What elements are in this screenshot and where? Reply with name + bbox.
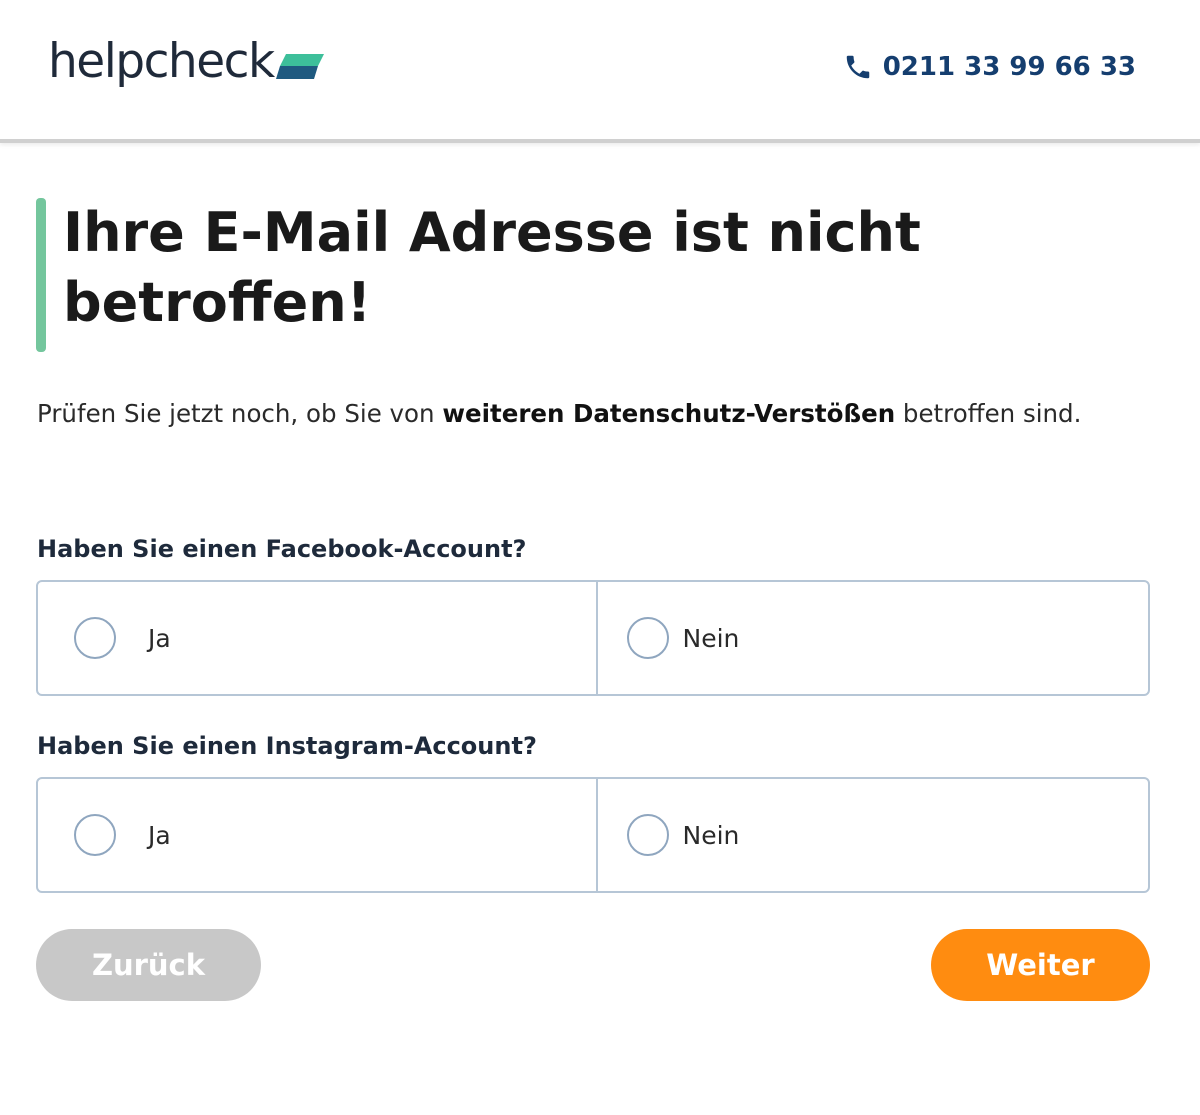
intro-text: Prüfen Sie jetzt noch, ob Sie von weiter…	[37, 392, 1167, 436]
facebook-radio-group: Ja Nein	[36, 580, 1150, 696]
next-button[interactable]: Weiter	[931, 929, 1150, 1001]
option-label: Nein	[682, 623, 740, 653]
facebook-option-nein[interactable]: Nein	[598, 582, 1149, 694]
radio-circle[interactable]	[626, 617, 669, 659]
intro-prefix: Prüfen Sie jetzt noch, ob Sie von	[37, 399, 443, 428]
facebook-option-ja[interactable]: Ja	[38, 582, 598, 694]
helpcheck-logo[interactable]: helpcheck	[48, 32, 324, 92]
question-facebook: Haben Sie einen Facebook-Account?	[37, 535, 527, 563]
option-label: Ja	[148, 623, 171, 653]
phone-number: 0211 33 99 66 33	[882, 52, 1136, 82]
intro-suffix: betroffen sind.	[895, 399, 1082, 428]
back-button[interactable]: Zurück	[36, 929, 261, 1001]
instagram-option-ja[interactable]: Ja	[38, 779, 598, 891]
page-title: Ihre E-Mail Adresse ist nicht betroffen!	[63, 201, 921, 334]
option-label: Ja	[148, 820, 171, 850]
radio-circle[interactable]	[74, 814, 116, 856]
radio-circle[interactable]	[626, 814, 669, 856]
instagram-radio-group: Ja Nein	[36, 777, 1150, 893]
intro-bold: weiteren Datenschutz-Verstößen	[442, 399, 896, 428]
instagram-option-nein[interactable]: Nein	[598, 779, 1149, 891]
title-accent-bar	[36, 198, 46, 352]
logo-text: helpcheck	[48, 34, 275, 89]
phone-icon	[846, 55, 869, 79]
phone-link[interactable]: 0211 33 99 66 33	[843, 52, 1136, 82]
title-block: Ihre E-Mail Adresse ist nicht betroffen!	[36, 198, 1136, 352]
logo-mark-icon	[275, 54, 324, 79]
site-header: helpcheck 0211 33 99 66 33	[0, 0, 1200, 143]
option-label: Nein	[682, 820, 740, 850]
radio-circle[interactable]	[74, 617, 116, 659]
question-instagram: Haben Sie einen Instagram-Account?	[37, 732, 537, 760]
